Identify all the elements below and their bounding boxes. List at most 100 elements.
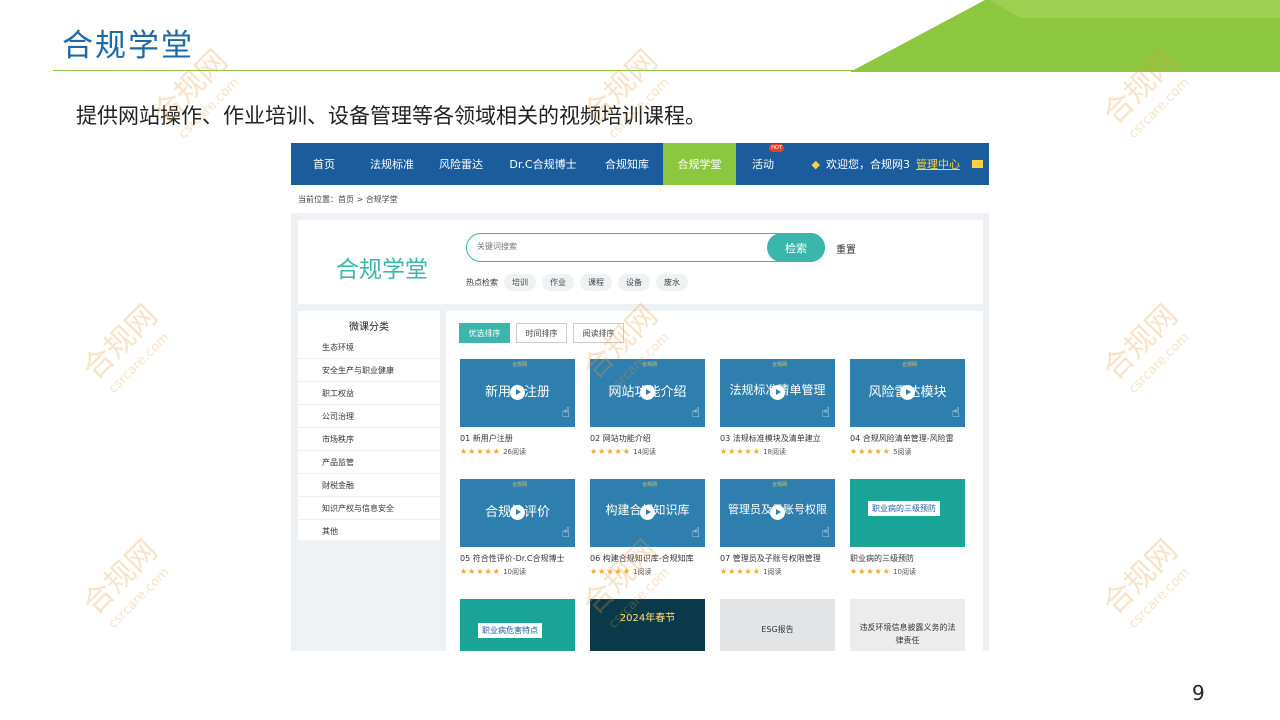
sidebar-item-product[interactable]: 产品监管 — [298, 451, 440, 474]
welcome-text: 欢迎您，合规网3 — [826, 158, 910, 171]
rating-stars-icon: ★★★★★ — [460, 567, 501, 576]
course-card[interactable]: 职业病危害特点 — [460, 599, 575, 651]
hot-tag[interactable]: 废水 — [656, 274, 688, 291]
thumb-title: ESG报告 — [761, 625, 794, 634]
site-nav: 首页 法规标准 风险雷达 Dr.C合规博士 合规知库 合规学堂 活动 HOT ◆ … — [291, 143, 989, 185]
sort-recommended[interactable]: 优选排序 — [459, 323, 510, 343]
hot-tag[interactable]: 培训 — [504, 274, 536, 291]
course-thumbnail[interactable]: 合规网 法规标准清单管理 ☝ — [720, 359, 835, 427]
hot-tag[interactable]: 课程 — [580, 274, 612, 291]
course-card[interactable]: 合规网 合规性评价 ☝ 05 符合性评价-Dr.C合规博士 ★★★★★ 10阅读 — [460, 479, 575, 577]
nav-item-academy[interactable]: 合规学堂 — [663, 143, 736, 185]
course-title[interactable]: 职业病的三级预防 — [850, 553, 965, 564]
nav-item-regulations[interactable]: 法规标准 — [357, 143, 427, 185]
sidebar-item-market[interactable]: 市场秩序 — [298, 428, 440, 451]
watermark-logo: 合规网 csrcare.com — [60, 520, 190, 650]
nav-item-risk-radar[interactable]: 风险雷达 — [427, 143, 495, 185]
site-logo-icon: 合规网 — [772, 482, 788, 488]
course-title[interactable]: 01 新用户注册 — [460, 433, 575, 444]
nav-item-knowledge[interactable]: 合规知库 — [591, 143, 663, 185]
play-icon[interactable] — [510, 385, 525, 400]
pointer-hand-icon: ☝ — [821, 525, 830, 541]
sidebar-item-ecology[interactable]: 生态环境 — [298, 336, 440, 359]
pointer-hand-icon: ☝ — [691, 405, 700, 421]
course-thumbnail[interactable]: 合规网 管理员及子账号权限 ☝ — [720, 479, 835, 547]
search-input[interactable] — [477, 242, 757, 251]
course-title[interactable]: 04 合规风险清单管理-风险雷 — [850, 433, 965, 444]
play-icon[interactable] — [640, 505, 655, 520]
sidebar-item-finance[interactable]: 财税金融 — [298, 474, 440, 497]
course-title[interactable]: 05 符合性评价-Dr.C合规博士 — [460, 553, 575, 564]
read-count: 14阅读 — [633, 448, 657, 456]
thumb-title: 违反环境信息披露义务的法律责任 — [859, 623, 956, 645]
sidebar-item-governance[interactable]: 公司治理 — [298, 405, 440, 428]
svg-text:合规网: 合规网 — [1096, 298, 1184, 386]
course-card[interactable]: 合规网 管理员及子账号权限 ☝ 07 管理员及子账号权限管理 ★★★★★ 1阅读 — [720, 479, 835, 577]
play-icon[interactable] — [770, 385, 785, 400]
course-card[interactable]: 合规网 法规标准清单管理 ☝ 03 法规标准模块及清单建立 ★★★★★ 18阅读 — [720, 359, 835, 457]
course-title[interactable]: 06 构建合规知识库-合规知库 — [590, 553, 705, 564]
sort-reads[interactable]: 阅读排序 — [573, 323, 624, 343]
course-thumbnail[interactable]: 合规网 风险雷达模块 ☝ — [850, 359, 965, 427]
hot-tag[interactable]: 作业 — [542, 274, 574, 291]
course-card[interactable]: 合规网 构建合规知识库 ☝ 06 构建合规知识库-合规知库 ★★★★★ 1阅读 — [590, 479, 705, 577]
course-thumbnail[interactable]: 合规网 合规性评价 ☝ — [460, 479, 575, 547]
rating-stars-icon: ★★★★★ — [720, 567, 761, 576]
course-thumbnail[interactable]: 合规网 新用户注册 ☝ — [460, 359, 575, 427]
course-card[interactable]: 合规网 风险雷达模块 ☝ 04 合规风险清单管理-风险雷 ★★★★★ 5阅读 — [850, 359, 965, 457]
reset-button[interactable]: 重置 — [836, 241, 856, 256]
nav-item-events[interactable]: 活动 HOT — [736, 143, 790, 185]
admin-center-link[interactable]: 管理中心 — [916, 156, 960, 172]
course-title[interactable]: 07 管理员及子账号权限管理 — [720, 553, 835, 564]
corner-decoration — [850, 0, 1280, 72]
course-card[interactable]: 违反环境信息披露义务的法律责任 — [850, 599, 965, 651]
course-meta: ★★★★★ 10阅读 — [460, 567, 575, 577]
svg-text:合规网: 合规网 — [76, 298, 164, 386]
course-card[interactable]: 2024年春节 — [590, 599, 705, 651]
course-card[interactable]: ESG报告 — [720, 599, 835, 651]
hot-tag[interactable]: 设备 — [618, 274, 650, 291]
course-thumbnail[interactable]: 职业病的三级预防 — [850, 479, 965, 547]
search-button[interactable]: 检索 — [767, 233, 825, 262]
course-title[interactable]: 03 法规标准模块及清单建立 — [720, 433, 835, 444]
course-thumbnail[interactable]: 合规网 构建合规知识库 ☝ — [590, 479, 705, 547]
course-card[interactable]: 职业病的三级预防 职业病的三级预防 ★★★★★ 10阅读 — [850, 479, 965, 577]
course-thumbnail[interactable]: 2024年春节 — [590, 599, 705, 651]
sidebar-item-other[interactable]: 其他 — [298, 520, 440, 543]
course-thumbnail[interactable]: 合规网 网站功能介绍 ☝ — [590, 359, 705, 427]
title-divider — [53, 70, 858, 71]
sidebar-item-employee-rights[interactable]: 职工权益 — [298, 382, 440, 405]
course-meta: ★★★★★ 1阅读 — [720, 567, 835, 577]
sort-time[interactable]: 时间排序 — [516, 323, 567, 343]
page-number: 9 — [1192, 681, 1205, 705]
category-sidebar: 微课分类 生态环境 安全生产与职业健康 职工权益 公司治理 市场秩序 产品监管 … — [298, 311, 440, 543]
nav-item-dr-c[interactable]: Dr.C合规博士 — [495, 143, 591, 185]
course-thumbnail[interactable]: 违反环境信息披露义务的法律责任 — [850, 599, 965, 651]
rating-stars-icon: ★★★★★ — [460, 447, 501, 456]
sidebar-item-ip[interactable]: 知识产权与信息安全 — [298, 497, 440, 520]
sidebar-item-safety[interactable]: 安全生产与职业健康 — [298, 359, 440, 382]
hot-search-label: 热点检索 — [466, 278, 498, 287]
course-title[interactable]: 02 网站功能介绍 — [590, 433, 705, 444]
course-card[interactable]: 合规网 网站功能介绍 ☝ 02 网站功能介绍 ★★★★★ 14阅读 — [590, 359, 705, 457]
site-screenshot: 首页 法规标准 风险雷达 Dr.C合规博士 合规知库 合规学堂 活动 HOT ◆ … — [291, 143, 989, 651]
nav-label: 首页 — [313, 158, 335, 171]
mail-icon[interactable] — [972, 160, 983, 168]
watermark-logo: 合规网 csrcare.com — [560, 30, 690, 160]
play-icon[interactable] — [770, 505, 785, 520]
play-icon[interactable] — [510, 505, 525, 520]
watermark-logo: 合规网 csrcare.com — [60, 285, 190, 415]
course-thumbnail[interactable]: 职业病危害特点 — [460, 599, 575, 651]
site-logo-icon: 合规网 — [512, 482, 528, 488]
play-icon[interactable] — [640, 385, 655, 400]
read-count: 26阅读 — [503, 448, 527, 456]
course-meta: ★★★★★ 18阅读 — [720, 447, 835, 457]
pointer-hand-icon: ☝ — [691, 525, 700, 541]
nav-item-home[interactable]: 首页 — [291, 143, 357, 185]
search-box: 检索 — [466, 233, 825, 262]
course-thumbnail[interactable]: ESG报告 — [720, 599, 835, 651]
play-icon[interactable] — [900, 385, 915, 400]
diamond-icon: ◆ — [811, 157, 820, 171]
nav-label: 风险雷达 — [439, 158, 483, 171]
course-card[interactable]: 合规网 新用户注册 ☝ 01 新用户注册 ★★★★★ 26阅读 — [460, 359, 575, 457]
